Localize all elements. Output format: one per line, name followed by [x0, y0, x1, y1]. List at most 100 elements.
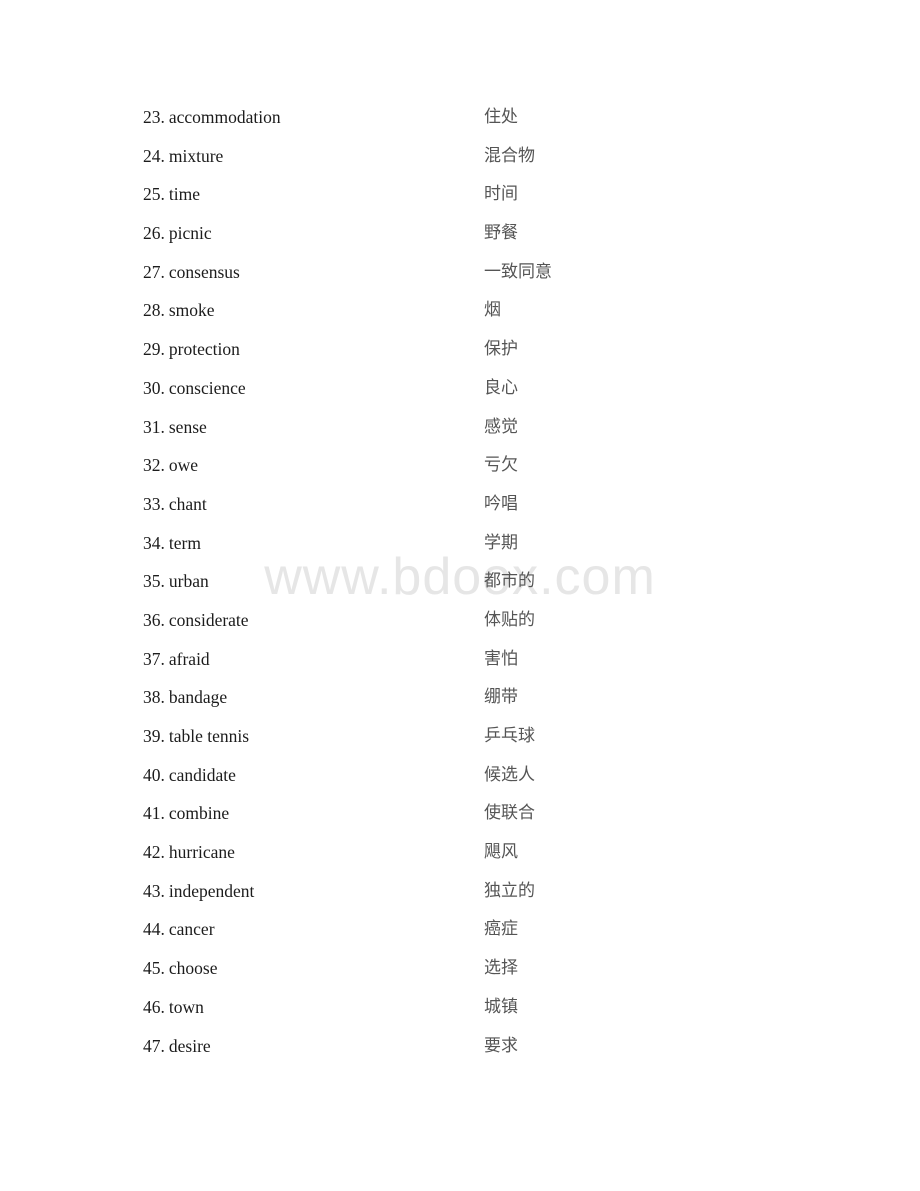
document-page: www.bdoox.com 23. accommodation 住处 24. mixtu… [0, 0, 920, 1191]
vocabulary-list: 23. accommodation 住处 24. mixture 混合物 25. time 时间… [0, 105, 920, 1072]
chinese-gloss: 城镇 [484, 996, 518, 1017]
vocabulary-entry: 44. cancer 癌症 [0, 917, 920, 956]
chinese-gloss: 要求 [484, 1035, 518, 1056]
term-cell: 38. bandage [143, 685, 227, 709]
english-term: bandage [168, 687, 228, 708]
vocabulary-entry: 30. conscience 良心 [0, 376, 920, 415]
vocabulary-entry: 29. protection 保护 [0, 337, 920, 376]
vocabulary-entry: 37. afraid 害怕 [0, 647, 920, 686]
entry-number: 41. [143, 803, 165, 824]
entry-number: 23. [143, 107, 165, 127]
english-term: picnic [168, 223, 212, 244]
english-term: independent [168, 880, 255, 901]
vocabulary-entry: 27. consensus 一致同意 [0, 260, 920, 299]
term-cell: 33. chant [143, 492, 207, 516]
entry-number: 37. [143, 648, 165, 669]
chinese-gloss: 野餐 [484, 223, 518, 244]
vocabulary-entry: 47. desire 要求 [0, 1034, 920, 1073]
vocabulary-entry: 34. term 学期 [0, 531, 920, 570]
entry-number: 38. [143, 687, 165, 708]
entry-number: 36. [143, 609, 165, 630]
vocabulary-entry: 40. candidate 候选人 [0, 763, 920, 802]
english-term: town [168, 996, 204, 1017]
entry-number: 42. [143, 842, 165, 863]
vocabulary-entry: 25. time 时间 [0, 182, 920, 221]
entry-number: 43. [143, 880, 165, 901]
vocabulary-entry: 32. owe 亏欠 [0, 453, 920, 492]
chinese-gloss: 候选人 [484, 764, 535, 785]
chinese-gloss: 学期 [484, 532, 518, 553]
term-cell: 37. afraid [143, 647, 210, 671]
entry-number: 39. [143, 726, 165, 746]
english-term: sense [168, 416, 207, 437]
term-cell: 24. mixture [143, 144, 223, 168]
chinese-gloss: 一致同意 [484, 261, 552, 282]
chinese-gloss: 绷带 [484, 687, 518, 708]
entry-number: 31. [143, 416, 165, 437]
english-term: mixture [168, 145, 224, 166]
term-cell: 39. table tennis [143, 724, 249, 748]
chinese-gloss: 选择 [484, 958, 518, 979]
english-term: accommodation [168, 107, 281, 127]
term-cell: 40. candidate [143, 763, 236, 787]
term-cell: 36. considerate [143, 608, 249, 632]
term-cell: 23. accommodation [143, 105, 281, 129]
entry-number: 28. [143, 300, 165, 321]
chinese-gloss: 飓风 [484, 842, 518, 863]
entry-number: 46. [143, 996, 165, 1017]
english-term: smoke [168, 300, 215, 321]
chinese-gloss: 癌症 [484, 919, 518, 940]
vocabulary-entry: 41. combine 使联合 [0, 801, 920, 840]
chinese-gloss: 混合物 [484, 145, 535, 166]
english-term: time [168, 184, 200, 205]
term-cell: 41. combine [143, 801, 229, 825]
term-cell: 31. sense [143, 415, 207, 439]
english-term: afraid [168, 648, 210, 669]
term-cell: 45. choose [143, 956, 217, 980]
english-term: choose [168, 958, 218, 979]
english-term: conscience [168, 377, 246, 398]
entry-number: 45. [143, 958, 165, 979]
english-term: considerate [168, 609, 249, 630]
entry-number: 29. [143, 339, 165, 360]
entry-number: 33. [143, 493, 165, 514]
vocabulary-entry: 24. mixture 混合物 [0, 144, 920, 183]
vocabulary-entry: 43. independent 独立的 [0, 879, 920, 918]
chinese-gloss: 体贴的 [484, 609, 535, 630]
chinese-gloss: 亏欠 [484, 455, 518, 476]
vocabulary-entry: 33. chant 吟唱 [0, 492, 920, 531]
term-cell: 29. protection [143, 337, 240, 361]
entry-number: 34. [143, 532, 165, 553]
vocabulary-entry: 35. urban 都市的 [0, 569, 920, 608]
vocabulary-entry: 36. considerate 体贴的 [0, 608, 920, 647]
vocabulary-entry: 42. hurricane 飓风 [0, 840, 920, 879]
vocabulary-entry: 31. sense 感觉 [0, 415, 920, 454]
chinese-gloss: 住处 [484, 107, 518, 127]
vocabulary-entry: 28. smoke 烟 [0, 298, 920, 337]
english-term: urban [168, 571, 209, 592]
chinese-gloss: 保护 [484, 339, 518, 360]
term-cell: 25. time [143, 182, 200, 206]
english-term: cancer [168, 919, 215, 940]
term-cell: 27. consensus [143, 260, 240, 284]
vocabulary-entry: 46. town 城镇 [0, 995, 920, 1034]
entry-number: 24. [143, 145, 165, 166]
term-cell: 47. desire [143, 1034, 211, 1058]
term-cell: 35. urban [143, 569, 209, 593]
chinese-gloss: 害怕 [484, 648, 518, 669]
vocabulary-entry: 39. table tennis 乒乓球 [0, 724, 920, 763]
entry-number: 47. [143, 1035, 165, 1056]
vocabulary-entry: 26. picnic 野餐 [0, 221, 920, 260]
vocabulary-entry: 38. bandage 绷带 [0, 685, 920, 724]
english-term: hurricane [168, 842, 235, 863]
chinese-gloss: 时间 [484, 184, 518, 205]
english-term: table tennis [168, 726, 250, 746]
term-cell: 30. conscience [143, 376, 246, 400]
term-cell: 28. smoke [143, 298, 215, 322]
english-term: protection [168, 339, 240, 360]
entry-number: 40. [143, 764, 165, 785]
term-cell: 43. independent [143, 879, 254, 903]
english-term: combine [168, 803, 230, 824]
english-term: owe [168, 455, 199, 476]
english-term: term [168, 532, 201, 553]
